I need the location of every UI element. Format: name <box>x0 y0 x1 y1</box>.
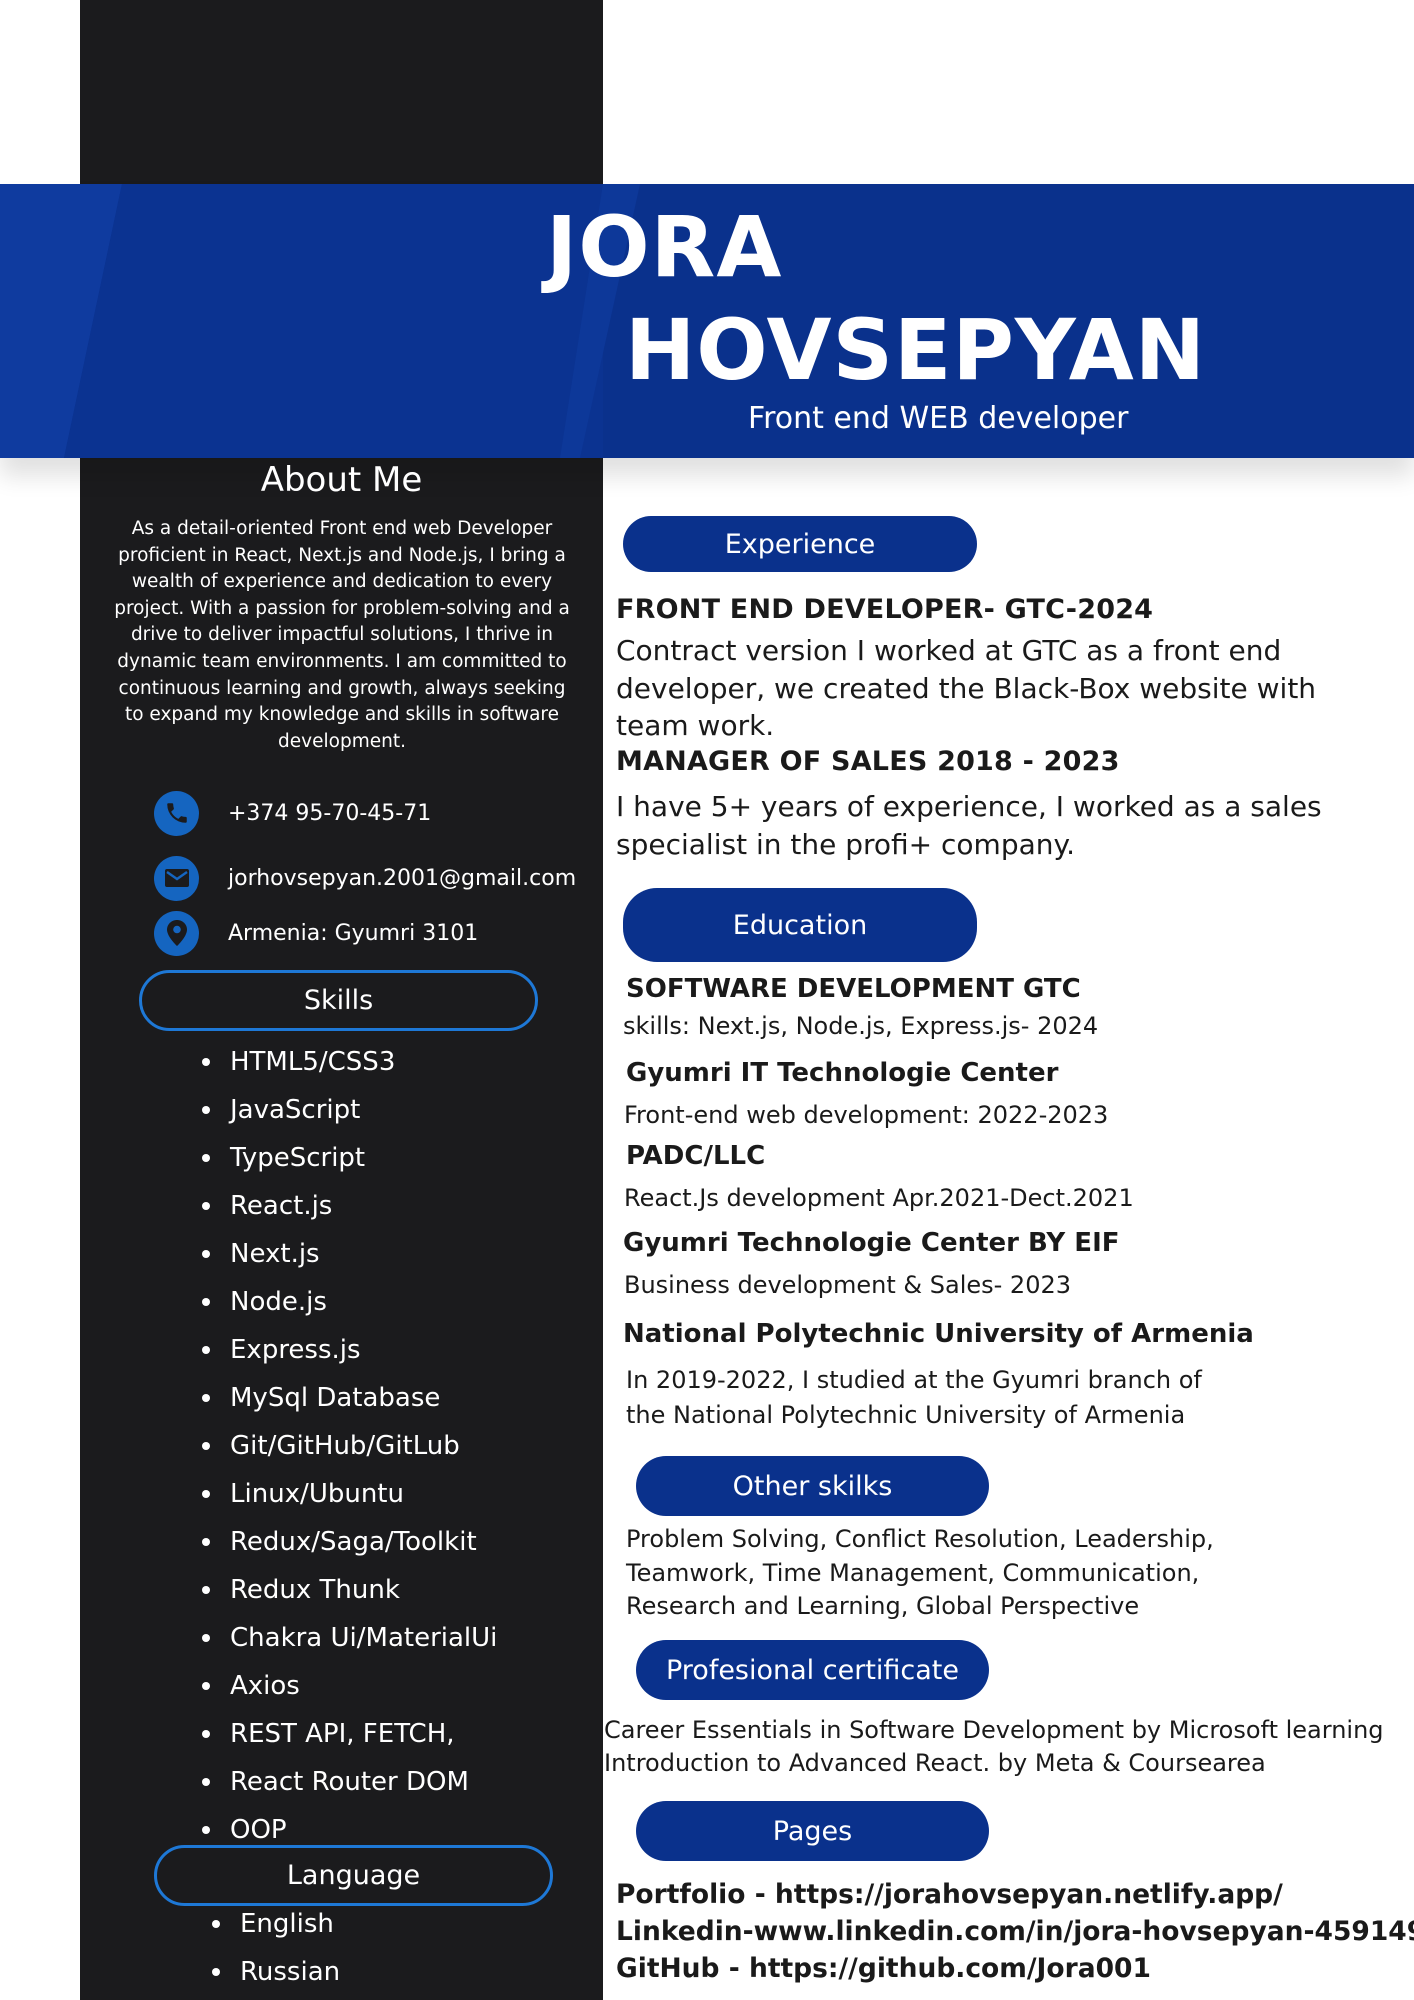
envelope-icon <box>154 855 199 901</box>
portfolio-link[interactable]: Portfolio - https://jorahovsepyan.netlif… <box>616 1876 1283 1914</box>
skill-item: Node.js <box>202 1278 497 1326</box>
last-name: HOVSEPYAN <box>625 301 1207 399</box>
skills-heading: Skills <box>139 970 538 1031</box>
job-role: Front end WEB developer <box>748 401 1129 436</box>
skill-item: REST API, FETCH, <box>202 1710 497 1758</box>
education-title: SOFTWARE DEVELOPMENT GTC <box>626 974 1081 1004</box>
skill-item: Axios <box>202 1662 497 1710</box>
skills-list: HTML5/CSS3 JavaScript TypeScript React.j… <box>202 1038 497 1854</box>
job-title: MANAGER OF SALES 2018 - 2023 <box>616 746 1120 777</box>
education-detail: Business development & Sales- 2023 <box>624 1271 1071 1299</box>
about-text: As a detail-oriented Front end web Devel… <box>114 518 570 752</box>
other-skills-line: Research and Learning, Global Perspectiv… <box>626 1592 1140 1620</box>
certificate-heading: Profesional certificate <box>636 1640 989 1700</box>
education-detail: React.Js development Apr.2021-Dect.2021 <box>624 1184 1134 1212</box>
skill-item: MySql Database <box>202 1374 497 1422</box>
phone-number[interactable]: +374 95-70-45-71 <box>228 801 431 826</box>
linkedin-link[interactable]: Linkedin-www.linkedin.com/in/jora-hovsep… <box>616 1913 1414 1951</box>
education-title: Gyumri Technologie Center BY EIF <box>623 1228 1120 1258</box>
location-pin-icon <box>154 910 199 956</box>
education-title: National Polytechnic University of Armen… <box>623 1319 1254 1349</box>
language-list: English Russian <box>212 1900 340 1996</box>
education-detail: the National Polytechnic University of A… <box>626 1401 1186 1429</box>
other-skills-line: Problem Solving, Conflict Resolution, Le… <box>626 1525 1214 1553</box>
skill-item: Git/GitHub/GitLub <box>202 1422 497 1470</box>
contact-email: jorhovsepyan.2001@gmail.com <box>154 855 576 901</box>
certificate-line: Introduction to Advanced React. by Meta … <box>604 1749 1266 1777</box>
job-description: Contract version I worked at GTC as a fr… <box>616 634 1317 742</box>
email-address[interactable]: jorhovsepyan.2001@gmail.com <box>228 866 576 891</box>
first-name: JORA <box>546 198 783 296</box>
skill-item: Redux Thunk <box>202 1566 497 1614</box>
language-item: English <box>212 1900 340 1948</box>
about-title: About Me <box>260 460 423 500</box>
job-description: I have 5+ years of experience, I worked … <box>616 790 1322 861</box>
pages-heading: Pages <box>636 1801 989 1861</box>
education-heading: Education <box>623 888 977 962</box>
education-title: Gyumri IT Technologie Center <box>626 1058 1059 1088</box>
language-heading: Language <box>154 1845 553 1906</box>
skill-item: React Router DOM <box>202 1758 497 1806</box>
certificate-line: Career Essentials in Software Developmen… <box>604 1716 1384 1744</box>
skill-item: Redux/Saga/Toolkit <box>202 1518 497 1566</box>
skill-item: Express.js <box>202 1326 497 1374</box>
education-title: PADC/LLC <box>626 1141 766 1171</box>
skill-item: HTML5/CSS3 <box>202 1038 497 1086</box>
job-title: FRONT END DEVELOPER- GTC-2024 <box>616 594 1154 625</box>
other-skills-heading: Other skilks <box>636 1456 989 1516</box>
contact-phone: +374 95-70-45-71 <box>154 790 431 836</box>
phone-icon <box>154 790 199 836</box>
location-text: Armenia: Gyumri 3101 <box>228 920 479 946</box>
skill-item: Chakra Ui/MaterialUi <box>202 1614 497 1662</box>
skill-item: React.js <box>202 1182 497 1230</box>
skill-item: JavaScript <box>202 1086 497 1134</box>
education-detail: skills: Next.js, Node.js, Express.js- 20… <box>623 1012 1099 1040</box>
language-item: Russian <box>212 1948 340 1996</box>
education-detail: Front-end web development: 2022-2023 <box>624 1101 1109 1129</box>
github-link[interactable]: GitHub - https://github.com/Jora001 <box>616 1950 1151 1988</box>
skill-item: Linux/Ubuntu <box>202 1470 497 1518</box>
skill-item: Next.js <box>202 1230 497 1278</box>
education-detail: In 2019-2022, I studied at the Gyumri br… <box>626 1366 1202 1394</box>
experience-heading: Experience <box>623 516 977 572</box>
other-skills-line: Teamwork, Time Management, Communication… <box>626 1559 1200 1587</box>
skill-item: TypeScript <box>202 1134 497 1182</box>
contact-location: Armenia: Gyumri 3101 <box>154 910 478 956</box>
